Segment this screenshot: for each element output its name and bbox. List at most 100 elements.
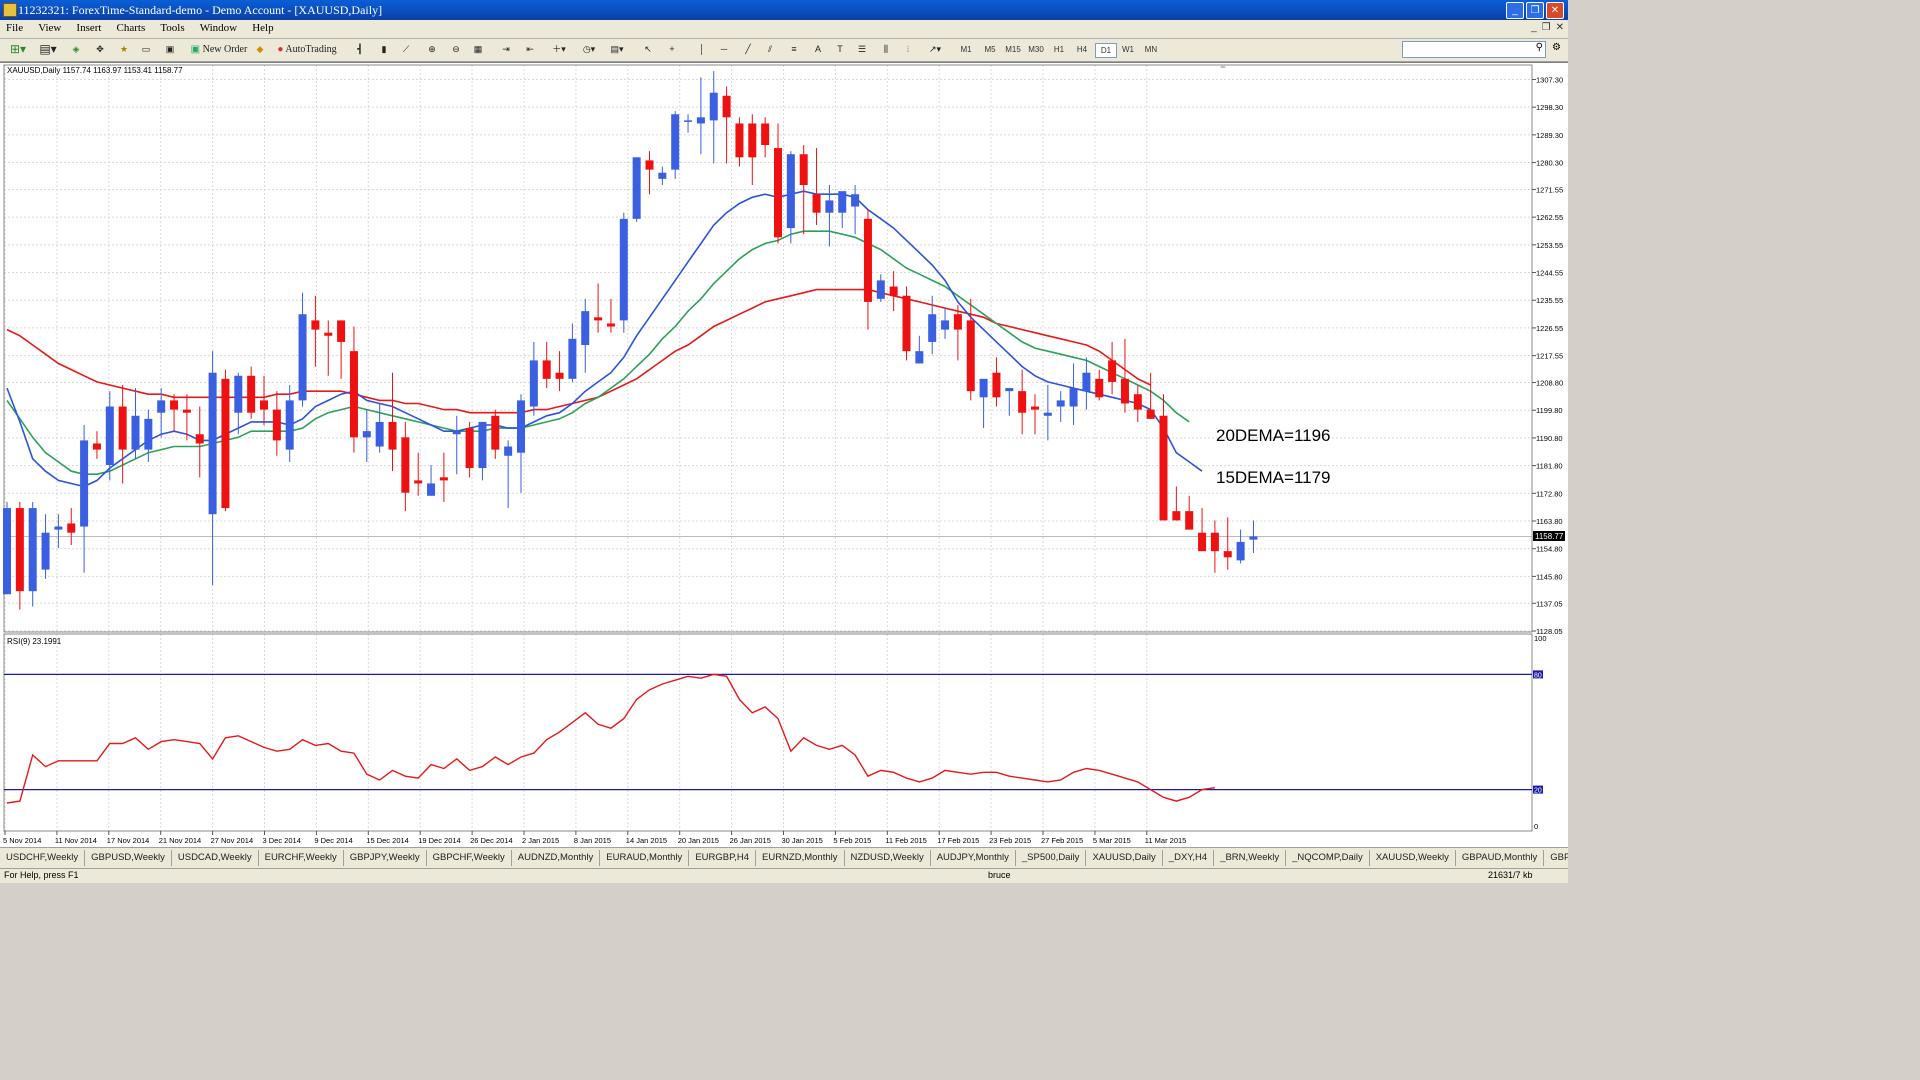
chart-tab[interactable]: _BRN,Weekly (1214, 850, 1287, 866)
chart-tab[interactable]: GBPUSD,Weekly (85, 850, 172, 866)
timeframe-m15[interactable]: M15 (1003, 43, 1023, 56)
xauusd-chart[interactable]: 1307.30 1298.30 1289.30 1280.30 1271.55 1262.… (0, 63, 1568, 847)
data-window-icon[interactable]: ✥ (92, 42, 108, 57)
search-icon[interactable]: ⚲ (1536, 42, 1543, 53)
candle-bear (812, 194, 821, 213)
new-order-icon: ▣ (190, 44, 201, 55)
chart-tab[interactable]: EURGBP,H4 (689, 850, 756, 866)
market-watch-icon[interactable]: ◈ (68, 42, 84, 57)
chart-window[interactable]: 1307.30 1298.30 1289.30 1280.30 1271.55 1262.… (0, 62, 1568, 847)
timeframe-m1[interactable]: M1 (956, 43, 976, 56)
text-label-icon[interactable]: T (832, 42, 848, 57)
timeframe-h4[interactable]: H4 (1072, 43, 1092, 56)
timeframe-h1[interactable]: H1 (1049, 43, 1069, 56)
chart-tab[interactable]: GBPCAD,I (1544, 850, 1568, 866)
indicators-icon[interactable]: ＋▾ (548, 42, 570, 57)
profiles-icon[interactable]: ▤▾ (36, 42, 60, 57)
fib-fan-icon[interactable]: ☰ (854, 42, 870, 57)
chart-tab[interactable]: AUDNZD,Monthly (512, 850, 601, 866)
restore-icon[interactable]: ❐ (1526, 2, 1544, 19)
child-restore-icon[interactable]: ❐ (1542, 22, 1551, 33)
date-tick-label: 9 Dec 2014 (314, 836, 352, 845)
child-minimize-icon[interactable]: _ (1531, 22, 1537, 33)
candle-bear (645, 160, 654, 170)
chart-tab[interactable]: EURNZD,Monthly (756, 850, 845, 866)
rsi-pane-border (3, 633, 1533, 832)
templates-icon[interactable]: ▤▾ (606, 42, 628, 57)
chart-shift-icon[interactable]: ⇤ (522, 42, 538, 57)
date-tick-label: 11 Mar 2015 (1145, 836, 1187, 845)
new-order-button[interactable]: ▣ New Order (190, 42, 248, 57)
menu-file[interactable]: File (0, 20, 29, 34)
chart-tab[interactable]: AUDJPY,Monthly (931, 850, 1016, 866)
tile-windows-icon[interactable]: ▦ (470, 42, 486, 57)
chart-tab[interactable]: USDCHF,Weekly (0, 850, 86, 866)
trendline-icon[interactable]: ╱ (740, 42, 756, 57)
chart-tab[interactable]: _NQCOMP,Daily (1286, 850, 1370, 866)
channel-icon[interactable]: ⫽ (762, 42, 778, 57)
metaeditor-icon[interactable]: ◆ (252, 42, 268, 57)
chart-tab[interactable]: EURAUD,Monthly (600, 850, 690, 866)
date-tick-label: 5 Mar 2015 (1093, 836, 1131, 845)
search-input[interactable]: ⚲ (1402, 41, 1546, 58)
candle-bear (1120, 378, 1129, 404)
candlestick-icon[interactable]: ▮ (376, 42, 392, 57)
menu-tools[interactable]: Tools (154, 20, 190, 34)
menu-insert[interactable]: Insert (70, 20, 107, 34)
candle-bull (825, 200, 834, 213)
autotrading-button[interactable]: ● AutoTrading (274, 42, 340, 57)
candle-bull (3, 508, 11, 595)
menu-help[interactable]: Help (246, 20, 279, 34)
navigator-icon[interactable]: ★ (116, 42, 132, 57)
chart-tab[interactable]: EURCHF,Weekly (259, 850, 344, 866)
line-chart-icon[interactable]: ⟋ (398, 42, 414, 57)
chart-tab[interactable]: GBPAUD,Monthly (1456, 850, 1545, 866)
horizontal-line-icon[interactable]: ─ (716, 42, 732, 57)
fibonacci-icon[interactable]: ≡ (786, 42, 802, 57)
chart-tabs: USDCHF,Weekly GBPUSD,Weekly USDCAD,Weekly E… (0, 847, 1568, 868)
timeframe-m5[interactable]: M5 (980, 43, 1000, 56)
timeframe-mn[interactable]: MN (1141, 43, 1161, 56)
chart-tab[interactable]: GBPJPY,Weekly (344, 850, 427, 866)
chart-tab[interactable]: GBPCHF,Weekly (427, 850, 512, 866)
candle-bear (67, 523, 76, 533)
zoom-out-icon[interactable]: ⊖ (448, 42, 464, 57)
cursor-icon[interactable]: ↖ (640, 42, 656, 57)
chart-tab[interactable]: XAUUSD,Daily (1086, 850, 1163, 866)
gann-icon[interactable]: ⫼ (878, 42, 894, 57)
candle-bull (144, 418, 153, 450)
child-close-icon[interactable]: ✕ (1556, 22, 1564, 33)
strategy-tester-icon[interactable]: ▣ (162, 42, 178, 57)
chart-tab[interactable]: _SP500,Daily (1016, 850, 1087, 866)
candle-bear (863, 218, 872, 302)
menu-charts[interactable]: Charts (111, 20, 152, 34)
bar-chart-icon[interactable]: ┫ (352, 42, 368, 57)
menu-window[interactable]: Window (194, 20, 243, 34)
close-icon[interactable]: ✕ (1546, 2, 1564, 19)
text-icon[interactable]: A (810, 42, 826, 57)
autoscroll-icon[interactable]: ⇥ (498, 42, 514, 57)
arrows-icon[interactable]: ↗▾ (924, 42, 946, 57)
cycle-lines-icon[interactable]: ⦙ (900, 42, 916, 57)
new-chart-icon[interactable]: ⊞▾ (6, 42, 30, 57)
timeframe-d1[interactable]: D1 (1095, 43, 1117, 58)
terminal-icon[interactable]: ▭ (138, 42, 154, 57)
menu-view[interactable]: View (32, 20, 67, 34)
candle-bull (285, 400, 294, 450)
zoom-in-icon[interactable]: ⊕ (424, 42, 440, 57)
periods-icon[interactable]: ◷▾ (578, 42, 600, 57)
chart-tab[interactable]: USDCAD,Weekly (172, 850, 259, 866)
vertical-line-icon[interactable]: │ (694, 42, 710, 57)
candle-bear (1198, 532, 1207, 552)
timeframe-m30[interactable]: M30 (1026, 43, 1046, 56)
chart-tab[interactable]: _DXY,H4 (1163, 850, 1215, 866)
chart-tab[interactable]: NZDUSD,Weekly (845, 850, 931, 866)
timeframe-w1[interactable]: W1 (1118, 43, 1138, 56)
minimize-icon[interactable]: _ (1506, 2, 1524, 19)
crosshair-icon[interactable]: + (664, 42, 680, 57)
candle-bear (311, 320, 320, 330)
settings-icon[interactable]: ⚙ (1552, 42, 1561, 53)
chart-tab[interactable]: XAUUSD,Weekly (1370, 850, 1456, 866)
date-tick-label: 2 Jan 2015 (522, 836, 559, 845)
candle-bull (131, 415, 140, 450)
